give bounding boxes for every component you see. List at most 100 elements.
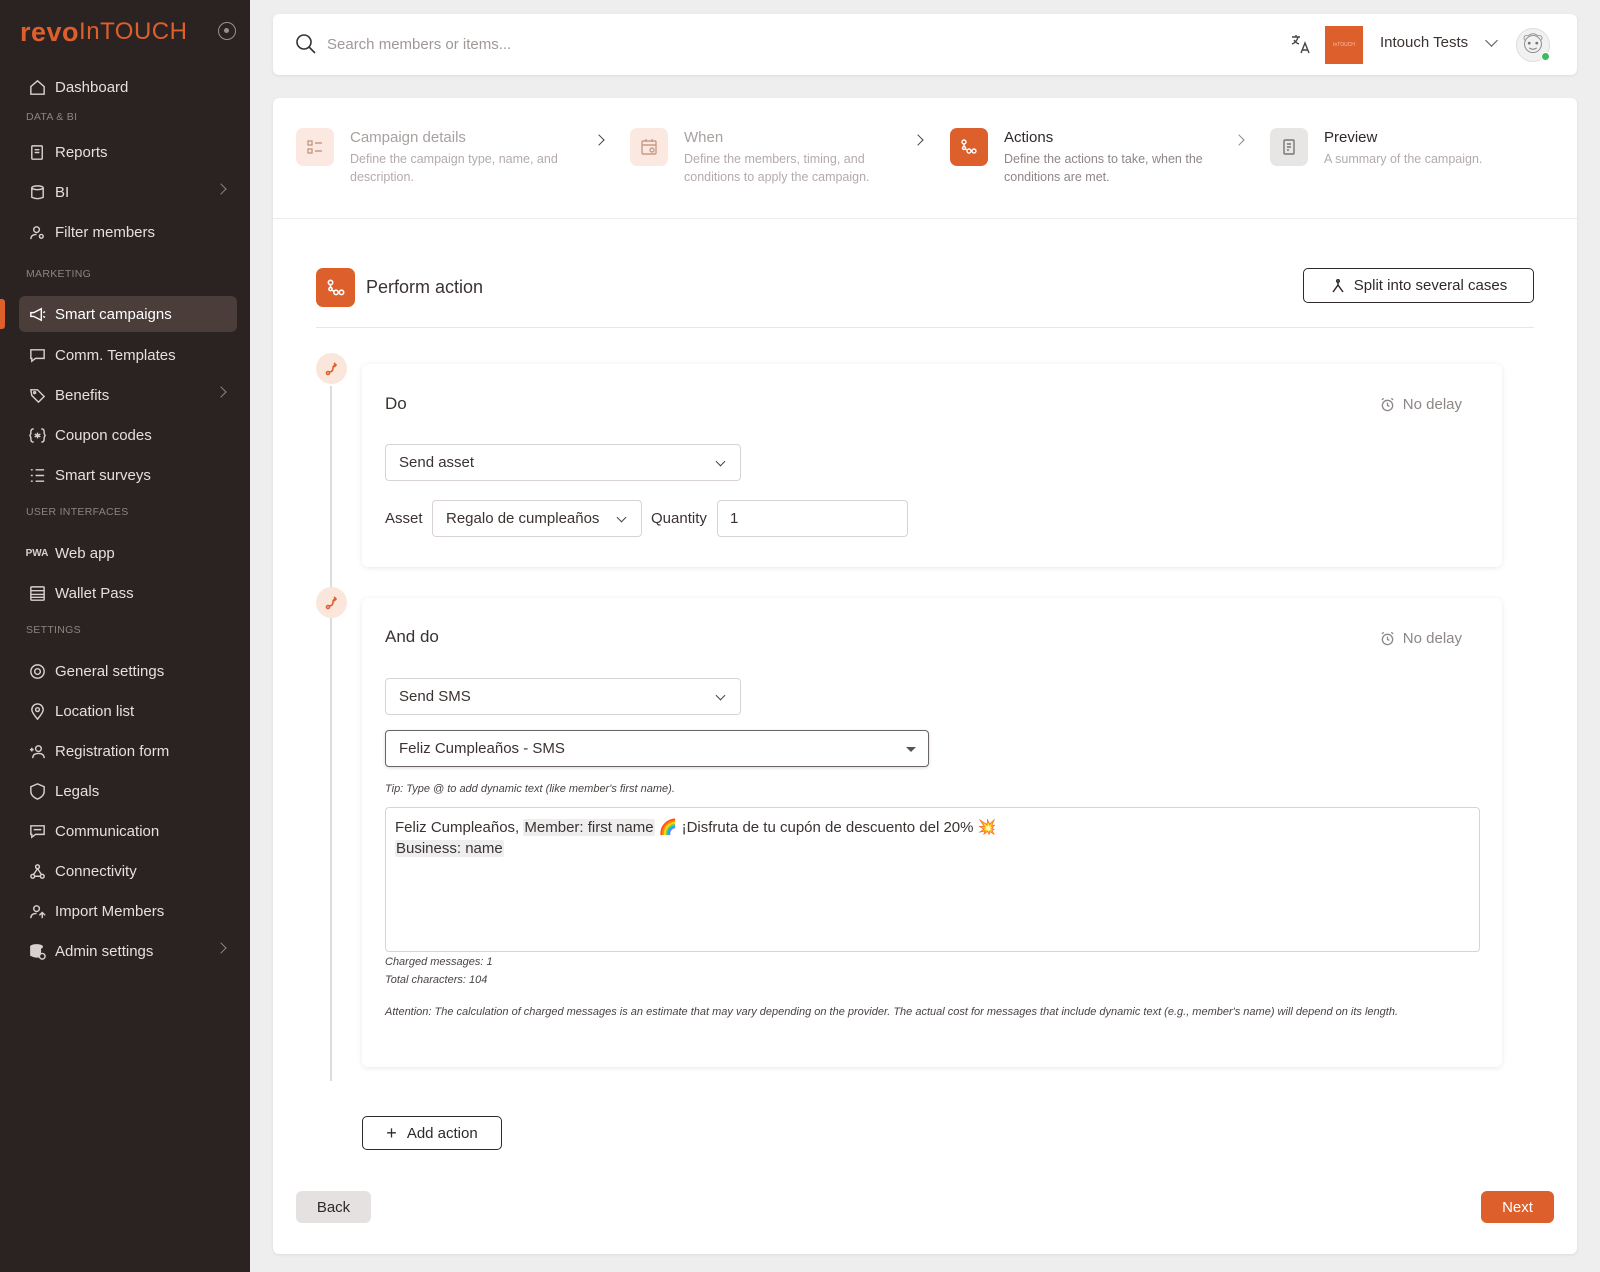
location-pin-icon — [19, 702, 55, 721]
dynamic-variable-tag[interactable]: Member: first name — [523, 819, 655, 836]
sidebar-item-coupon-codes[interactable]: Coupon codes — [19, 417, 237, 453]
step-description: A summary of the campaign. — [1324, 152, 1483, 166]
search-input[interactable] — [327, 31, 827, 57]
step-title: Preview — [1324, 129, 1378, 146]
organization-name[interactable]: Intouch Tests — [1380, 34, 1468, 51]
sidebar-item-wallet-pass[interactable]: Wallet Pass — [19, 575, 237, 611]
step-description: Define the campaign type, name, and desc… — [350, 152, 558, 184]
action-title: Do — [385, 394, 407, 413]
dynamic-variable-tag[interactable]: Business: name — [395, 840, 504, 857]
sidebar-item-import-members[interactable]: Import Members — [19, 893, 237, 929]
sidebar-item-connectivity[interactable]: Connectivity — [19, 853, 237, 889]
sidebar-item-label: Smart surveys — [55, 466, 151, 484]
delay-label: No delay — [1402, 630, 1462, 647]
next-button[interactable]: Next — [1481, 1191, 1554, 1223]
asset-select[interactable]: Regalo de cumpleaños — [432, 500, 642, 537]
perform-action-header: Perform action Split into several cases — [316, 268, 1534, 328]
avatar[interactable] — [1516, 28, 1550, 62]
main-panel: Campaign details Define the campaign typ… — [273, 98, 1577, 1254]
logo-text-intouch: InTOUCH — [79, 18, 188, 45]
sidebar-item-dashboard[interactable]: Dashboard — [19, 69, 237, 105]
action-type-select[interactable]: Send SMS — [385, 678, 741, 715]
sidebar-item-label: Import Members — [55, 902, 165, 920]
delay-setting[interactable]: No delay — [1380, 630, 1462, 647]
total-characters: Total characters: 104 — [385, 974, 488, 986]
step-campaign-details[interactable]: Campaign details Define the campaign typ… — [296, 128, 596, 188]
revo-intouch-logo[interactable]: revo InTOUCH — [20, 16, 187, 48]
user-search-icon — [19, 223, 55, 242]
sidebar-item-label: Connectivity — [55, 862, 137, 880]
sidebar-item-communication[interactable]: Communication — [19, 813, 237, 849]
split-into-cases-button[interactable]: Split into several cases — [1303, 268, 1534, 303]
sidebar-item-label: Location list — [55, 702, 135, 720]
sidebar: revo InTOUCH Dashboard DATA & BI Reports … — [0, 0, 250, 1272]
sidebar-item-reports[interactable]: Reports — [19, 134, 237, 170]
action-type-select[interactable]: Send asset — [385, 444, 741, 481]
logo-text-revo: revo — [20, 16, 80, 47]
organization-logo[interactable]: InTOUCH — [1325, 26, 1363, 64]
sidebar-item-label: Reports — [55, 143, 108, 161]
pwa-icon: PWA — [25, 547, 49, 559]
step-when[interactable]: When Define the members, timing, and con… — [630, 128, 930, 188]
document-preview-icon — [1270, 128, 1308, 166]
back-button[interactable]: Back — [296, 1191, 371, 1223]
org-logo-text: InTOUCH — [1333, 42, 1355, 48]
sidebar-item-filter-members[interactable]: Filter members — [19, 214, 237, 250]
chevron-right-icon — [215, 183, 227, 195]
add-action-label: Add action — [406, 1124, 478, 1142]
chevron-down-icon[interactable] — [1485, 34, 1498, 47]
step-preview[interactable]: Preview A summary of the campaign. — [1270, 128, 1570, 188]
sidebar-toggle-icon[interactable] — [218, 22, 236, 40]
sidebar-item-admin-settings[interactable]: Admin settings — [19, 933, 237, 969]
section-label-settings: SETTINGS — [26, 624, 81, 636]
wizard-steps: Campaign details Define the campaign typ… — [273, 98, 1577, 219]
sidebar-item-legals[interactable]: Legals — [19, 773, 237, 809]
delay-setting[interactable]: No delay — [1380, 396, 1462, 413]
chevron-down-icon — [616, 512, 627, 523]
step-description: Define the actions to take, when the con… — [1004, 152, 1203, 184]
home-icon — [19, 78, 55, 97]
sidebar-item-smart-surveys[interactable]: Smart surveys — [19, 457, 237, 493]
megaphone-icon — [19, 305, 55, 324]
action-card-do: Do No delay Send asset Asset Regalo de c… — [362, 364, 1502, 567]
sidebar-item-general-settings[interactable]: General settings — [19, 653, 237, 689]
route-icon — [316, 587, 347, 618]
sidebar-item-label: Benefits — [55, 386, 110, 404]
action-type-value: Send asset — [399, 454, 475, 471]
sidebar-item-comm-templates[interactable]: Comm. Templates — [19, 337, 237, 373]
message-text: Feliz Cumpleaños, — [395, 819, 524, 836]
sms-template-value: Feliz Cumpleaños - SMS — [399, 740, 565, 757]
step-title: Actions — [1004, 129, 1054, 146]
plus-icon: + — [386, 1123, 397, 1143]
message-text: 🌈 ¡Disfruta de tu cupón de descuento del… — [654, 819, 997, 836]
split-icon — [1332, 278, 1344, 292]
sidebar-item-benefits[interactable]: Benefits — [19, 377, 237, 413]
delay-label: No delay — [1402, 396, 1462, 413]
action-timeline-line — [330, 386, 332, 1081]
sidebar-item-web-app[interactable]: PWA Web app — [19, 535, 237, 571]
sidebar-item-smart-campaigns[interactable]: Smart campaigns — [0, 296, 237, 332]
dynamic-text-tip: Tip: Type @ to add dynamic text (like me… — [385, 783, 675, 795]
sidebar-item-bi[interactable]: BI — [19, 174, 237, 210]
route-icon — [316, 353, 347, 384]
sidebar-item-label: Registration form — [55, 742, 170, 760]
sidebar-item-registration-form[interactable]: Registration form — [19, 733, 237, 769]
quantity-input[interactable] — [717, 500, 908, 537]
step-description: Define the members, timing, and conditio… — [684, 152, 870, 184]
section-label-user-interfaces: USER INTERFACES — [26, 506, 129, 518]
list-details-icon — [296, 128, 334, 166]
list-icon — [19, 466, 55, 485]
quantity-label: Quantity — [651, 510, 707, 527]
search-icon — [296, 34, 316, 54]
add-action-button[interactable]: + Add action — [362, 1116, 502, 1150]
sidebar-item-label: General settings — [55, 662, 165, 680]
sms-message-textarea[interactable]: Feliz Cumpleaños, Member: first name 🌈 ¡… — [385, 807, 1480, 952]
step-title: Campaign details — [350, 129, 466, 146]
translate-icon[interactable] — [1289, 32, 1313, 56]
step-actions[interactable]: Actions Define the actions to take, when… — [950, 128, 1250, 188]
chat-settings-icon — [19, 822, 55, 841]
sms-template-select[interactable]: Feliz Cumpleaños - SMS — [385, 730, 929, 767]
sidebar-item-location-list[interactable]: Location list — [19, 693, 237, 729]
cost-attention-note: Attention: The calculation of charged me… — [385, 1006, 1399, 1018]
split-button-label: Split into several cases — [1353, 277, 1508, 294]
